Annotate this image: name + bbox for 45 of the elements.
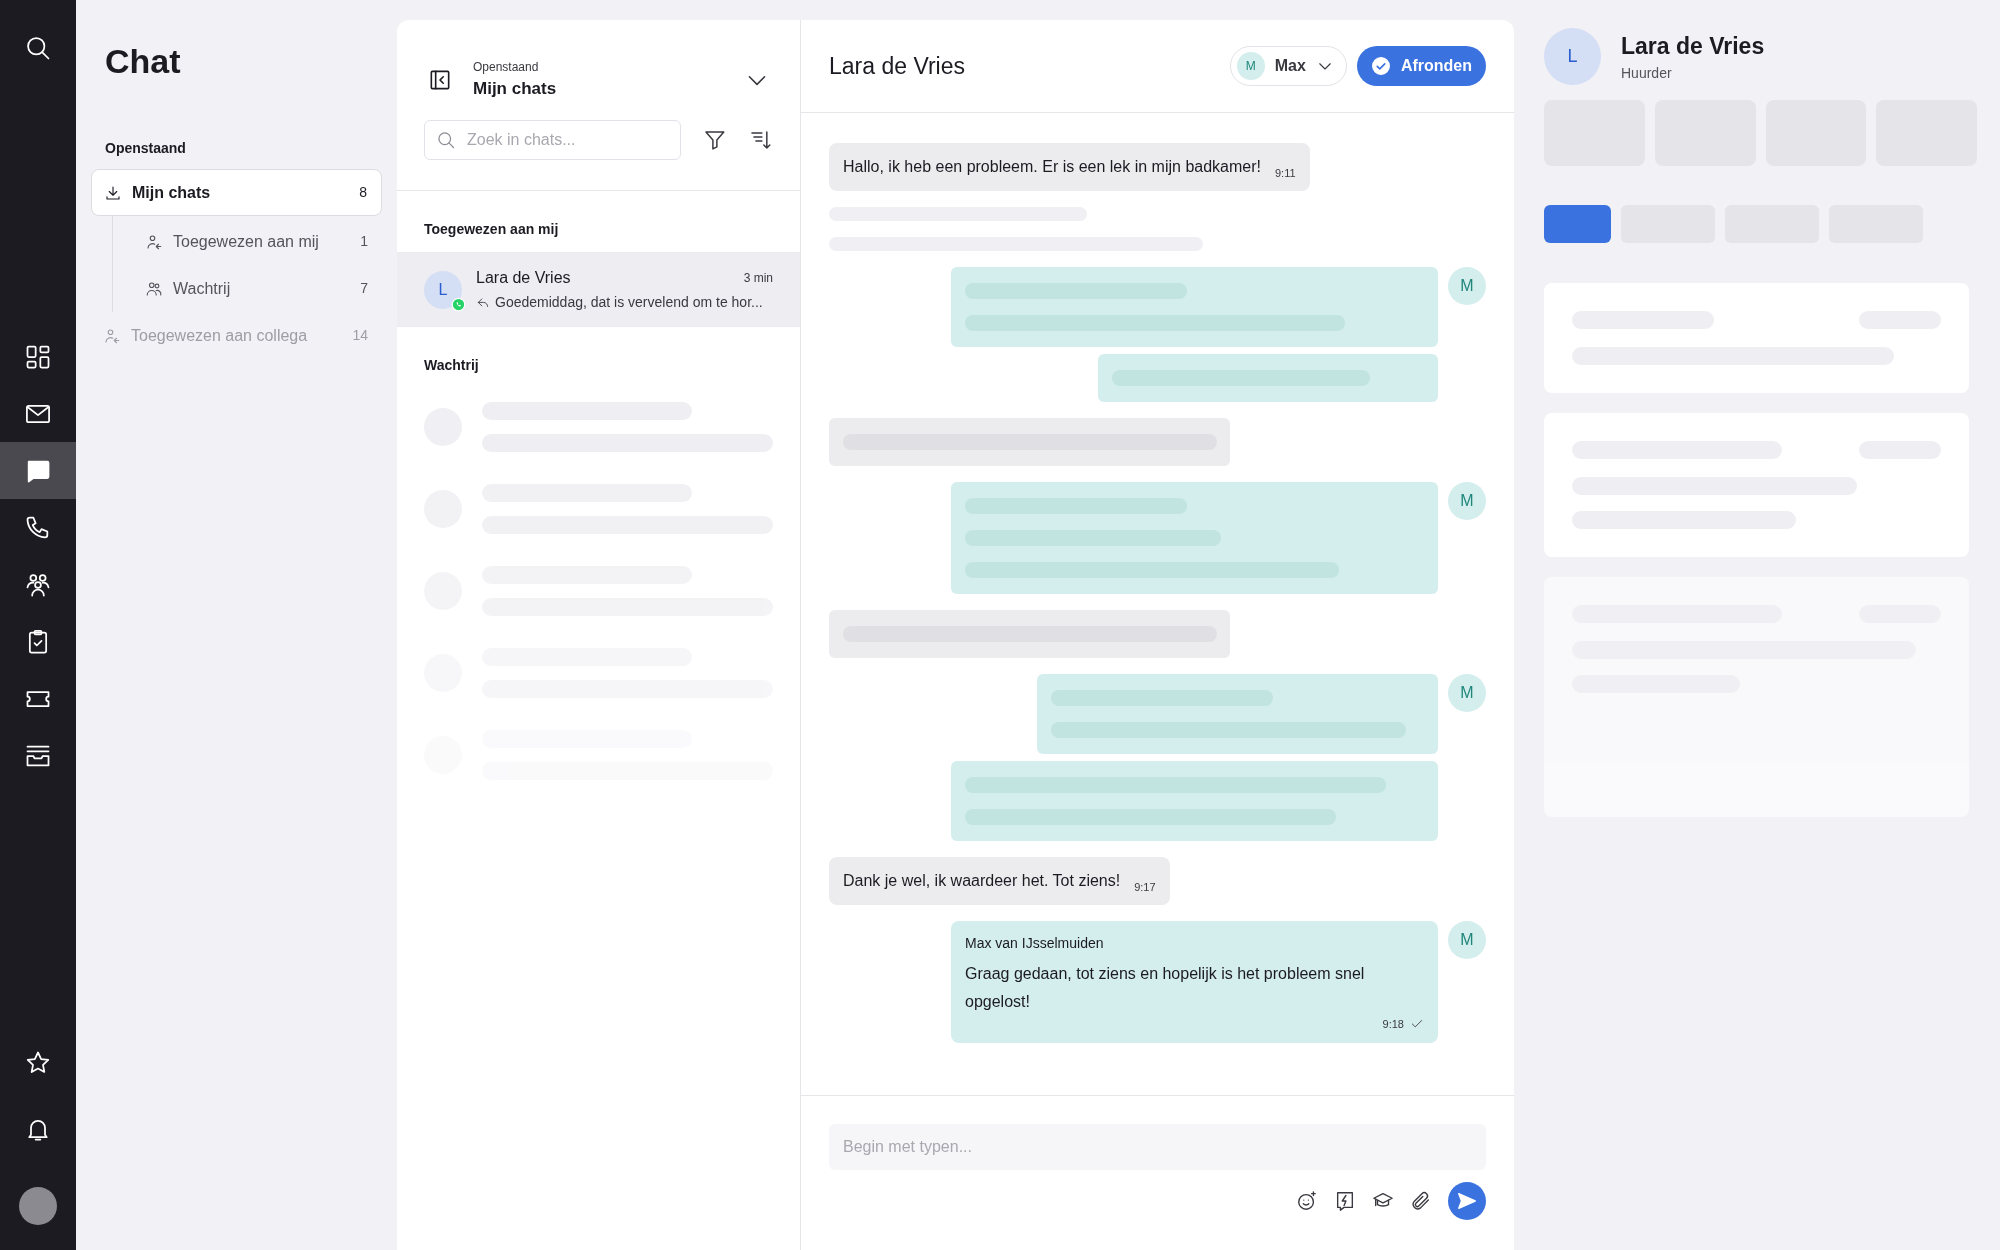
message-time: 9:11 [1275,165,1296,181]
user-avatar[interactable] [19,1187,57,1225]
search-field[interactable]: Zoek in chats... [424,120,682,160]
list-title: Mijn chats [473,78,558,101]
agent-avatar: M [1448,674,1486,712]
sender-name: Max van IJsselmuiden [965,934,1105,953]
check-circle-icon [1370,56,1391,76]
message-time: 9:17 [1134,879,1156,895]
contact-name: Lara de Vries [476,268,571,288]
rail-item[interactable] [0,442,76,499]
conversation-title: Lara de Vries [829,51,966,81]
lightning-icon[interactable] [1334,1190,1356,1212]
message-time: 9:18 [1382,1017,1404,1032]
finish-button[interactable]: Afronden [1356,46,1486,86]
chat-list-item[interactable]: L Lara de Vries 3 min Goedemiddag, dat is vervelend om te hor... [397,253,800,327]
nav-item[interactable]: Toegewezen aan mij 1 [125,218,382,265]
message-text: Graag gedaan, tot ziens en hopelijk is het probleem snel opgelost! [965,964,1366,1012]
reply-icon [476,295,490,310]
send-icon [1456,1190,1478,1212]
chat-time: 3 min [743,270,773,287]
message-preview: Goedemiddag, dat is vervelend om te hor... [495,293,763,312]
emoji-icon[interactable] [1296,1190,1318,1212]
agent-avatar: M [1448,482,1486,520]
assignee-avatar: M [1236,52,1265,80]
list-subtitle: Openstaand [473,59,540,77]
group-title: Wachtrij [423,356,480,375]
contact-name: Lara de Vries [1621,31,1765,61]
message-input[interactable]: Begin met typen... [829,1124,1486,1170]
section-label: Openstaand [105,139,187,158]
page-title: Chat [105,44,182,78]
search-icon [436,130,456,150]
message-text: Dank je wel, ik waardeer het. Tot ziens! [843,871,1121,891]
assignee-name: Max [1274,56,1306,76]
agent-avatar: M [1448,267,1486,305]
contact-avatar: L [1544,28,1601,85]
agent-avatar: M [1448,921,1486,959]
send-button[interactable] [1448,1182,1486,1220]
message-text: Hallo, ik heb een probleem. Er is een lek in mijn badkamer! [843,157,1261,177]
nav-item[interactable]: Wachtrij 7 [125,265,382,312]
contact-avatar: L [424,270,462,309]
contact-role: Huurder [1621,64,1673,84]
paperclip-icon[interactable] [1410,1190,1432,1212]
nav-item[interactable]: Mijn chats 8 [91,169,382,216]
search-icon[interactable] [24,34,52,62]
sort-icon[interactable] [749,128,773,152]
